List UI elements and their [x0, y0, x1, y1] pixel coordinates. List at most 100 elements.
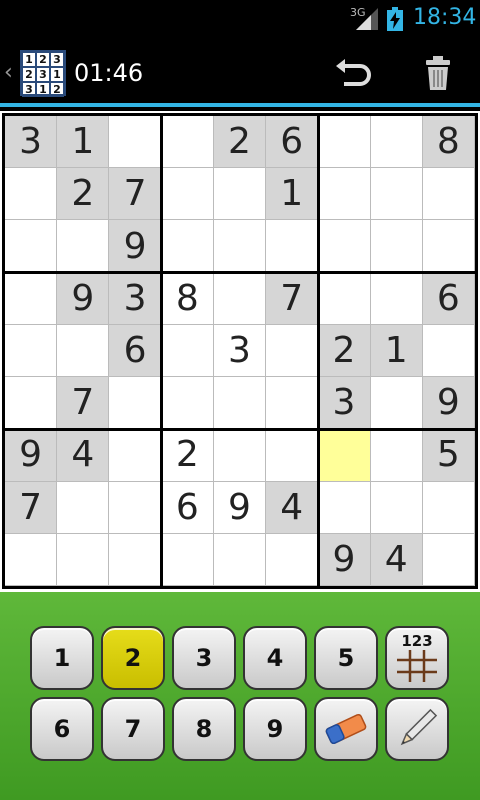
board-cell[interactable]: 1 [266, 168, 319, 221]
board-cell[interactable] [161, 116, 214, 169]
board-cell[interactable] [266, 429, 319, 482]
digit-2-key[interactable]: 2 [101, 626, 165, 690]
board-cell[interactable] [213, 533, 267, 586]
board-cell[interactable]: 3 [5, 116, 58, 169]
box-divider [5, 427, 475, 431]
board-cell[interactable] [318, 481, 371, 534]
board-cell[interactable] [213, 429, 267, 482]
board-cell[interactable]: 8 [422, 116, 475, 169]
board-cell[interactable] [161, 377, 214, 430]
board-cell[interactable]: 8 [161, 272, 214, 325]
board-cell[interactable] [370, 220, 423, 273]
digit-4-key[interactable]: 4 [243, 626, 307, 690]
board-cell[interactable] [5, 533, 58, 586]
board-cell[interactable] [161, 533, 214, 586]
board-cell[interactable]: 3 [318, 377, 371, 430]
board-cell[interactable]: 2 [318, 324, 371, 378]
board-cell[interactable] [318, 168, 371, 221]
board-cell[interactable] [109, 533, 162, 586]
board-cell[interactable] [5, 377, 58, 430]
board-cell[interactable]: 1 [57, 116, 110, 169]
undo-button[interactable] [330, 52, 378, 96]
board-cell[interactable] [370, 168, 423, 221]
board-cell[interactable] [109, 116, 162, 169]
board-cell[interactable] [370, 429, 423, 482]
digit-9-key[interactable]: 9 [243, 697, 307, 761]
board-cell[interactable] [422, 481, 475, 534]
board-cell[interactable]: 7 [5, 481, 58, 534]
board-cell[interactable]: 6 [109, 324, 162, 378]
board-cell[interactable] [318, 116, 371, 169]
board-cell[interactable]: 9 [422, 377, 475, 430]
board-cell[interactable]: 7 [57, 377, 110, 430]
digit-1-key[interactable]: 1 [30, 626, 94, 690]
board-cell[interactable] [57, 533, 110, 586]
board-cell[interactable] [161, 220, 214, 273]
board-cell[interactable] [370, 481, 423, 534]
board-cell[interactable] [161, 168, 214, 221]
board-cell[interactable] [5, 168, 58, 221]
board-cell[interactable] [422, 220, 475, 273]
board-cell[interactable] [57, 220, 110, 273]
board-cell[interactable] [422, 533, 475, 586]
board-cell[interactable] [266, 324, 319, 378]
board-cell[interactable] [318, 429, 371, 482]
board-cell[interactable] [161, 324, 214, 378]
board-cell[interactable]: 9 [318, 533, 371, 586]
digit-3-key[interactable]: 3 [172, 626, 236, 690]
board-cell[interactable]: 6 [422, 272, 475, 325]
board-cell[interactable] [422, 168, 475, 221]
board-cell[interactable] [266, 220, 319, 273]
board-cell[interactable] [213, 168, 267, 221]
board-cell[interactable] [5, 324, 58, 378]
board-cell[interactable]: 3 [213, 324, 267, 378]
board-cell[interactable] [109, 481, 162, 534]
board-cell[interactable]: 9 [109, 220, 162, 273]
eraser-key[interactable] [314, 697, 378, 761]
board-cell[interactable] [266, 533, 319, 586]
digit-7-key[interactable]: 7 [101, 697, 165, 761]
board-cell[interactable]: 4 [57, 429, 110, 482]
digit-5-key[interactable]: 5 [314, 626, 378, 690]
board-cell[interactable]: 3 [109, 272, 162, 325]
board-cell[interactable]: 1 [370, 324, 423, 378]
notes-grid-key[interactable]: 123 [385, 626, 449, 690]
board-cell[interactable]: 2 [213, 116, 267, 169]
undo-icon [336, 59, 371, 86]
board-cell[interactable] [422, 324, 475, 378]
board-cell[interactable] [109, 429, 162, 482]
board-cell[interactable]: 9 [213, 481, 267, 534]
board-cell[interactable]: 7 [266, 272, 319, 325]
board-cell[interactable] [370, 272, 423, 325]
app-logo-icon[interactable]: 123231312 [20, 50, 66, 97]
board-cell[interactable]: 4 [266, 481, 319, 534]
board-cell[interactable]: 6 [161, 481, 214, 534]
board-cell[interactable] [213, 377, 267, 430]
board-cell[interactable]: 4 [370, 533, 423, 586]
up-caret-icon[interactable]: ‹ [4, 60, 13, 85]
digit-8-key[interactable]: 8 [172, 697, 236, 761]
board-cell[interactable]: 7 [109, 168, 162, 221]
digit-6-key[interactable]: 6 [30, 697, 94, 761]
board-cell[interactable]: 6 [266, 116, 319, 169]
pencil-key[interactable] [385, 697, 449, 761]
board-cell[interactable] [318, 220, 371, 273]
board-cell[interactable]: 2 [57, 168, 110, 221]
board-cell[interactable] [213, 220, 267, 273]
board-cell[interactable] [5, 220, 58, 273]
board-cell[interactable]: 5 [422, 429, 475, 482]
board-cell[interactable] [57, 481, 110, 534]
board-cell[interactable] [266, 377, 319, 430]
board-cell[interactable] [213, 272, 267, 325]
board-cell[interactable]: 9 [57, 272, 110, 325]
board-cell[interactable]: 9 [5, 429, 58, 482]
pencil-icon [400, 708, 438, 746]
board-cell[interactable] [5, 272, 58, 325]
board-cell[interactable] [370, 116, 423, 169]
board-cell[interactable] [370, 377, 423, 430]
board-cell[interactable]: 2 [161, 429, 214, 482]
board-cell[interactable] [109, 377, 162, 430]
delete-game-button[interactable] [416, 52, 460, 96]
board-cell[interactable] [318, 272, 371, 325]
board-cell[interactable] [57, 324, 110, 378]
